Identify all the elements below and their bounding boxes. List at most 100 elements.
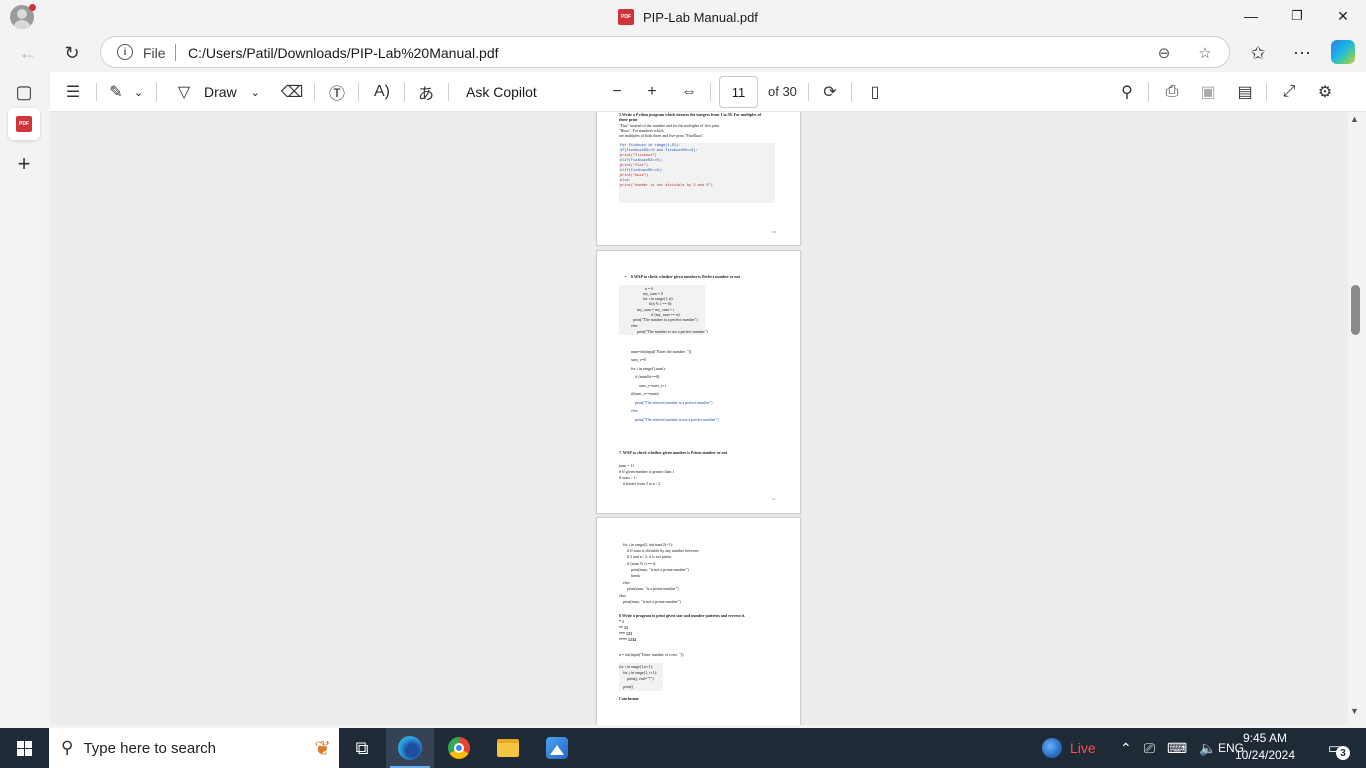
clock[interactable]: 9:45 AM 10/24/2024 xyxy=(1222,730,1308,764)
refresh-icon[interactable]: ↻ xyxy=(57,39,87,67)
fit-to-width-button[interactable]: ⇔ xyxy=(677,80,701,104)
find-button[interactable]: ⚲ xyxy=(1115,80,1139,104)
print-button[interactable]: ⎙ xyxy=(1160,80,1184,104)
ask-copilot-button[interactable]: Ask Copilot xyxy=(466,80,537,104)
taskbar: ⚲ Type here to search ❦ ⧉ Live ⌃ ⎚ ⌨ 🔈 E… xyxy=(0,728,1366,768)
scroll-up-arrow-icon[interactable]: ▲ xyxy=(1350,114,1359,124)
zoom-out-button[interactable]: − xyxy=(605,80,629,104)
taskbar-search[interactable]: ⚲ Type here to search ❦ xyxy=(49,728,339,768)
scroll-down-arrow-icon[interactable]: ▼ xyxy=(1350,706,1359,716)
code-line: if (num % i) == 0: xyxy=(627,561,657,566)
settings-button[interactable]: ⚙ xyxy=(1313,80,1337,104)
navigation-bar: ← ↻ i File C:/Users/Patil/Downloads/PIP-… xyxy=(0,34,1366,72)
code-line: if num > 1: xyxy=(619,475,637,480)
code-line: num=int(input("Enter the number: ")) xyxy=(631,349,692,354)
page-text: 7. WAP to check whether given number is … xyxy=(619,450,728,455)
code-line: else: xyxy=(631,408,639,413)
search-highlight-icon[interactable]: ❦ xyxy=(314,736,331,761)
ask-copilot-label: Ask Copilot xyxy=(466,84,537,100)
favorite-star-icon[interactable]: ☆ xyxy=(1194,42,1216,64)
bullet: • xyxy=(625,274,627,279)
window-title-text: PIP-Lab Manual.pdf xyxy=(643,9,758,25)
notification-count-badge: 3 xyxy=(1336,746,1350,760)
pattern-line: ** 12 xyxy=(619,625,628,630)
taskbar-app-chrome[interactable] xyxy=(435,728,483,768)
text-box-icon: Ⓣ xyxy=(328,86,345,103)
live-widget[interactable]: Live xyxy=(1042,728,1096,768)
pdf-file-icon: PDF xyxy=(618,9,634,25)
code-line: n = int(input("Enter number of rows: ")) xyxy=(619,652,684,657)
contents-button[interactable]: ☰ xyxy=(61,80,85,104)
info-icon[interactable]: i xyxy=(117,44,133,60)
back-arrow-icon[interactable]: ← xyxy=(13,39,43,67)
page-view-button[interactable]: ▯ xyxy=(863,80,887,104)
window-title: PDF PIP-Lab Manual.pdf xyxy=(618,8,758,26)
url-text[interactable]: C:/Users/Patil/Downloads/PIP-Lab%20Manua… xyxy=(188,45,499,61)
code-line: print("The entered number is not a perfe… xyxy=(635,417,719,422)
page-text: 8.Write a program to print given star an… xyxy=(619,613,746,618)
code-line: print(num, "is a prime number") xyxy=(627,586,679,591)
fit-width-icon: ⇔ xyxy=(681,83,697,100)
code-line: for i in range(1,num): xyxy=(631,366,666,371)
add-text-button[interactable]: Ⓣ xyxy=(325,80,349,104)
draw-button[interactable]: ▽ Draw ⌄ xyxy=(172,80,260,104)
translate-icon: あ xyxy=(417,86,434,103)
restore-button[interactable]: ❐ xyxy=(1274,0,1320,32)
taskbar-app-file-explorer[interactable] xyxy=(484,728,532,768)
more-options-icon[interactable]: ⋯ xyxy=(1287,39,1317,67)
network-icon[interactable]: ⌨ xyxy=(1167,740,1187,757)
task-view-icon: ⧉ xyxy=(355,737,369,758)
vertical-scrollbar[interactable]: ▲ ▼ xyxy=(1348,112,1366,725)
start-button[interactable] xyxy=(0,728,48,768)
minus-icon: − xyxy=(612,83,622,100)
pdf-viewer[interactable]: 5.Write a Python program which iterates … xyxy=(50,112,1348,725)
tab-pdf[interactable]: PDF xyxy=(8,108,40,140)
meet-now-icon[interactable]: ⎚ xyxy=(1144,740,1155,757)
code-line: for i in range(2, int(num/2)+1): xyxy=(623,542,673,547)
file-label: File xyxy=(143,45,166,61)
code-line: print(num, "is not a prime number") xyxy=(631,567,689,572)
list-icon: ☰ xyxy=(65,84,81,101)
fullscreen-button[interactable]: ⤢ xyxy=(1277,80,1301,104)
minimize-button[interactable]: — xyxy=(1228,0,1274,32)
rotate-button[interactable]: ⟳ xyxy=(818,80,842,104)
save-button[interactable]: ▣ xyxy=(1196,80,1220,104)
notification-center-button[interactable]: ▭ 3 xyxy=(1320,736,1350,760)
clock-time: 9:45 AM xyxy=(1242,731,1288,745)
taskbar-app-edge[interactable] xyxy=(386,728,434,768)
code-line: print("The number is not a perfect numbe… xyxy=(637,329,708,334)
highlight-button[interactable]: ✎ ⌄ xyxy=(104,80,143,104)
plus-icon: + xyxy=(647,83,657,100)
copilot-icon[interactable] xyxy=(1331,40,1355,64)
code-line: print(j, end="*") xyxy=(627,676,654,681)
new-tab-plus-icon[interactable]: + xyxy=(8,148,40,180)
show-hidden-icons-chevron-icon[interactable]: ⌃ xyxy=(1120,740,1132,757)
close-button[interactable]: ✕ xyxy=(1320,0,1366,32)
page-number-input[interactable]: 11 xyxy=(719,76,758,108)
profile-notification-dot xyxy=(29,4,36,11)
tab-actions-icon[interactable]: ▢ xyxy=(8,76,40,108)
total-pages-label: of 30 xyxy=(768,84,797,99)
erase-button[interactable]: ⌫ xyxy=(280,80,304,104)
save-as-button[interactable]: ▤ xyxy=(1233,80,1257,104)
system-tray: ⌃ ⎚ ⌨ 🔈 xyxy=(1120,728,1217,768)
chevron-down-icon[interactable]: ⌄ xyxy=(251,86,260,99)
translate-button[interactable]: あ xyxy=(414,80,438,104)
printer-icon: ⎙ xyxy=(1165,83,1179,100)
taskbar-app-photos[interactable] xyxy=(533,728,581,768)
scroll-thumb[interactable] xyxy=(1351,285,1360,335)
task-view-button[interactable]: ⧉ xyxy=(338,728,386,768)
zoom-out-icon[interactable]: ⊖ xyxy=(1153,42,1175,64)
read-aloud-button[interactable]: A) xyxy=(370,80,394,104)
zoom-in-button[interactable]: + xyxy=(640,80,664,104)
chevron-down-icon[interactable]: ⌄ xyxy=(134,86,143,99)
address-bar[interactable]: i File C:/Users/Patil/Downloads/PIP-Lab%… xyxy=(100,36,1230,68)
highlighter-icon: ✎ xyxy=(109,84,123,101)
live-label: Live xyxy=(1070,740,1096,756)
favorites-icon[interactable]: ✩ xyxy=(1243,39,1273,67)
url-separator xyxy=(175,44,176,61)
volume-icon[interactable]: 🔈 xyxy=(1199,740,1216,757)
read-aloud-icon: A) xyxy=(374,83,390,100)
page-text: 6.WAP to check whether given number is P… xyxy=(631,274,740,279)
draw-label: Draw xyxy=(204,84,237,100)
